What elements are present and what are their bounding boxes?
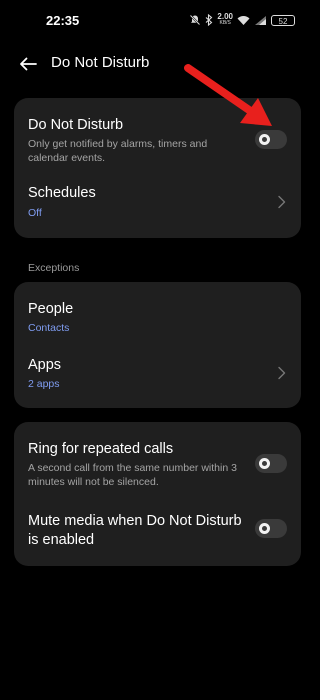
repeated-calls-title: Ring for repeated calls xyxy=(28,441,174,457)
apps-title: Apps xyxy=(28,357,62,373)
mute-media-toggle[interactable] xyxy=(255,519,287,538)
back-arrow-icon xyxy=(20,57,37,71)
exceptions-section-label: Exceptions xyxy=(28,262,80,274)
repeated-calls-toggle[interactable] xyxy=(255,454,287,473)
dnd-title: Do Not Disturb xyxy=(28,117,124,133)
repeated-calls-row[interactable]: Ring for repeated calls A second call fr… xyxy=(14,422,301,496)
chevron-right-icon xyxy=(278,366,286,380)
dnd-description-line2: calendar events. xyxy=(28,152,106,164)
dnd-status-icon xyxy=(190,14,201,26)
wifi-icon xyxy=(237,15,250,25)
schedules-value: Off xyxy=(28,207,42,219)
battery-indicator: 52 xyxy=(271,14,295,26)
apps-value: 2 apps xyxy=(28,378,60,390)
network-speed: 2.00 KB/S xyxy=(217,13,233,27)
people-title: People xyxy=(28,301,74,317)
status-icons: 2.00 KB/S 52 xyxy=(189,12,295,28)
schedules-row[interactable]: Schedules Off xyxy=(14,172,301,232)
bluetooth-icon xyxy=(206,14,213,26)
page-title: Do Not Disturb xyxy=(51,54,150,71)
mute-media-row[interactable]: Mute media when Do Not Disturb is enable… xyxy=(14,498,301,560)
exceptions-card: People Contacts Apps 2 apps xyxy=(14,282,301,408)
people-value: Contacts xyxy=(28,322,70,334)
call-media-card: Ring for repeated calls A second call fr… xyxy=(14,422,301,566)
signal-icon xyxy=(255,15,266,25)
chevron-right-icon xyxy=(278,195,286,209)
apps-row[interactable]: Apps 2 apps xyxy=(14,344,301,404)
mute-media-title-line2: is enabled xyxy=(28,532,95,548)
network-speed-value: 2.00 xyxy=(217,12,233,21)
toggle-knob xyxy=(259,458,270,469)
dnd-description-line1: Only get notified by alarms, timers and xyxy=(28,138,208,150)
network-speed-unit: KB/S xyxy=(219,20,231,26)
toggle-knob xyxy=(259,134,270,145)
mute-media-title-line1: Mute media when Do Not Disturb xyxy=(28,513,242,529)
status-bar: 22:35 2.00 KB/S 52 xyxy=(0,0,315,40)
repeated-calls-description-line2: minutes will not be silenced. xyxy=(28,476,159,488)
repeated-calls-description-line1: A second call from the same number withi… xyxy=(28,462,237,474)
people-row[interactable]: People Contacts xyxy=(14,282,301,342)
status-time: 22:35 xyxy=(46,13,80,28)
schedules-title: Schedules xyxy=(28,185,96,201)
back-button[interactable] xyxy=(16,52,40,76)
red-arrow-annotation xyxy=(184,64,272,126)
toggle-knob xyxy=(259,523,270,534)
screen: 22:35 2.00 KB/S 52 Do Not Disturb Do Not… xyxy=(0,0,315,700)
